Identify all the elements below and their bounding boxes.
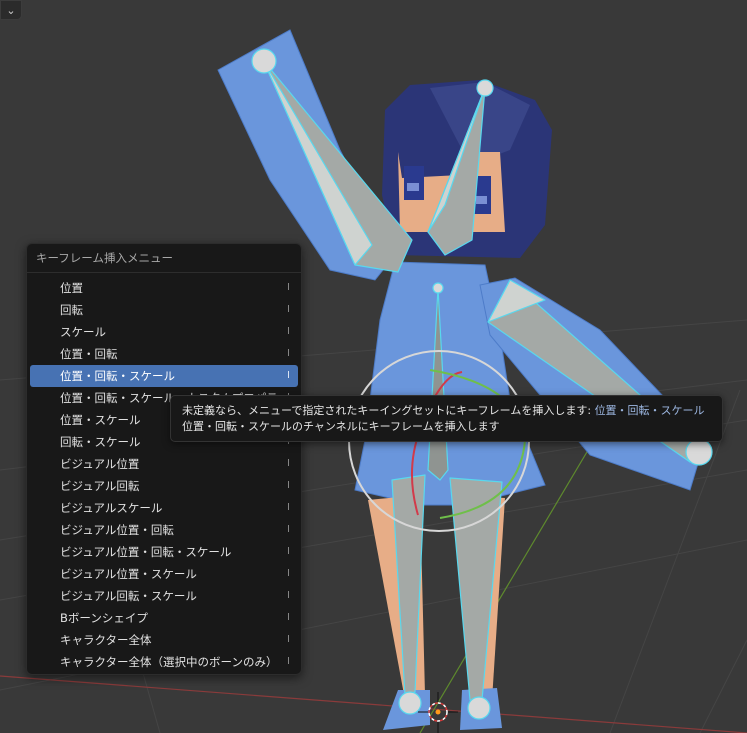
menu-item-location-rotation-scale[interactable]: 位置・回転・スケール I xyxy=(30,365,298,387)
insert-keyframe-menu: キーフレーム挿入メニュー 位置 I 回転 I スケール I 位置・回転 I 位置・回転・… xyxy=(26,243,302,675)
shortcut-label: I xyxy=(287,458,290,469)
menu-item-location[interactable]: 位置 I xyxy=(30,277,298,299)
shortcut-label: I xyxy=(287,480,290,491)
tooltip-line-2: 位置・回転・スケールのチャンネルにキーフレームを挿入します xyxy=(182,420,500,433)
menu-list: 位置I 回転I スケールI 位置・回転I 位置・回転・スケールI 位置・回転・ス… xyxy=(27,273,301,673)
shortcut-label: I xyxy=(287,634,290,645)
shortcut-label: I xyxy=(287,656,290,667)
joint-head-top xyxy=(476,79,494,97)
shortcut-label: I xyxy=(287,348,290,359)
menu-item-whole-character-selected[interactable]: キャラクター全体（選択中のボーンのみ） I xyxy=(30,651,298,673)
menu-item-whole-character[interactable]: キャラクター全体 I xyxy=(30,629,298,651)
shortcut-label: I xyxy=(287,524,290,535)
menu-item-bbone-shape[interactable]: Bボーンシェイプ I xyxy=(30,607,298,629)
menu-item-scale[interactable]: スケール I xyxy=(30,321,298,343)
tooltip-highlight: 位置・回転・スケール xyxy=(594,404,705,417)
menu-item-visual-location[interactable]: ビジュアル位置 I xyxy=(30,453,298,475)
joint-left-hand xyxy=(251,48,277,74)
x-axis-line xyxy=(0,675,747,733)
shortcut-label: I xyxy=(287,502,290,513)
shortcut-label: I xyxy=(287,590,290,601)
menu-item-location-rotation[interactable]: 位置・回転 I xyxy=(30,343,298,365)
chevron-down-icon: ⌄ xyxy=(6,3,16,17)
menu-item-tooltip: 未定義なら、メニューで指定されたキーイングセットにキーフレームを挿入します: 位… xyxy=(170,395,723,442)
menu-item-visual-location-scale[interactable]: ビジュアル位置・スケール I xyxy=(30,563,298,585)
menu-item-rotation[interactable]: 回転 I xyxy=(30,299,298,321)
tooltip-line-1: 未定義なら、メニューで指定されたキーイングセットにキーフレームを挿入します: 位… xyxy=(182,404,705,417)
viewport-menu-button[interactable]: ⌄ xyxy=(0,0,22,20)
menu-item-visual-scale[interactable]: ビジュアルスケール I xyxy=(30,497,298,519)
shortcut-label: I xyxy=(287,370,290,381)
menu-item-visual-location-rotation[interactable]: ビジュアル位置・回転 I xyxy=(30,519,298,541)
shortcut-label: I xyxy=(287,568,290,579)
shortcut-label: I xyxy=(287,304,290,315)
joint-right-hand xyxy=(685,438,713,466)
shortcut-label: I xyxy=(287,546,290,557)
shortcut-label: I xyxy=(287,282,290,293)
menu-title: キーフレーム挿入メニュー xyxy=(27,244,301,273)
joint-right-foot xyxy=(467,696,491,720)
menu-item-visual-rotation[interactable]: ビジュアル回転 I xyxy=(30,475,298,497)
shortcut-label: I xyxy=(287,326,290,337)
menu-item-visual-rotation-scale[interactable]: ビジュアル回転・スケール I xyxy=(30,585,298,607)
menu-item-visual-location-rotation-scale[interactable]: ビジュアル位置・回転・スケール I xyxy=(30,541,298,563)
joint-chest xyxy=(432,282,444,294)
shortcut-label: I xyxy=(287,612,290,623)
joint-left-foot xyxy=(398,691,422,715)
